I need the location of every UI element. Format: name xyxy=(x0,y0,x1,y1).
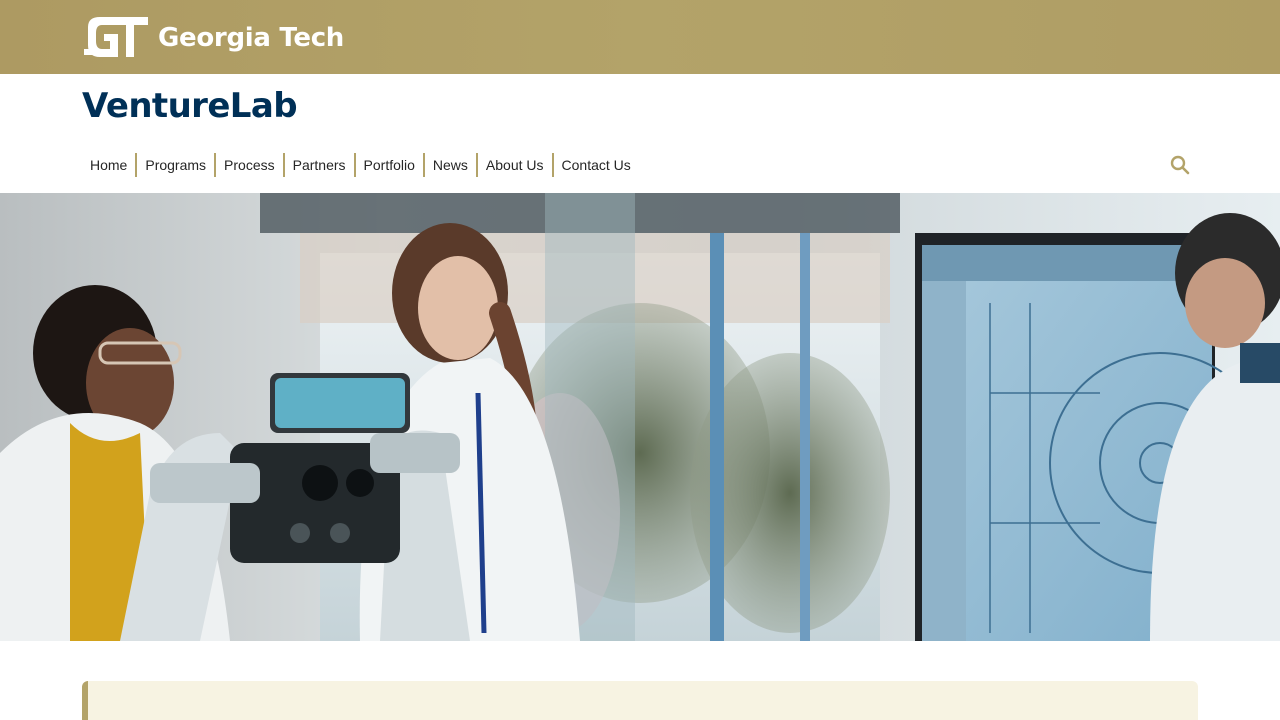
hero-photo xyxy=(0,193,1280,641)
nav-item-home[interactable]: Home xyxy=(82,153,135,177)
nav-item-about-us[interactable]: About Us xyxy=(475,153,552,177)
nav-item-programs[interactable]: Programs xyxy=(135,153,214,177)
global-header: Georgia Tech xyxy=(0,0,1280,74)
brand-name: Georgia Tech xyxy=(158,23,345,53)
search-button[interactable] xyxy=(1168,153,1192,177)
search-icon xyxy=(1170,155,1190,175)
nav-item-news[interactable]: News xyxy=(422,153,476,177)
nav-item-partners[interactable]: Partners xyxy=(282,153,354,177)
nav-item-process[interactable]: Process xyxy=(214,153,283,177)
gt-monogram-icon xyxy=(84,17,148,57)
nav-item-contact-us[interactable]: Contact Us xyxy=(551,153,639,177)
georgia-tech-logo-link[interactable]: Georgia Tech xyxy=(82,14,344,60)
intro-callout-box xyxy=(82,681,1198,720)
nav-item-portfolio[interactable]: Portfolio xyxy=(353,153,423,177)
hero-image xyxy=(0,193,1280,641)
main-navigation: Home Programs Process Partners Portfolio… xyxy=(82,153,639,177)
site-title[interactable]: VentureLab xyxy=(82,86,298,126)
